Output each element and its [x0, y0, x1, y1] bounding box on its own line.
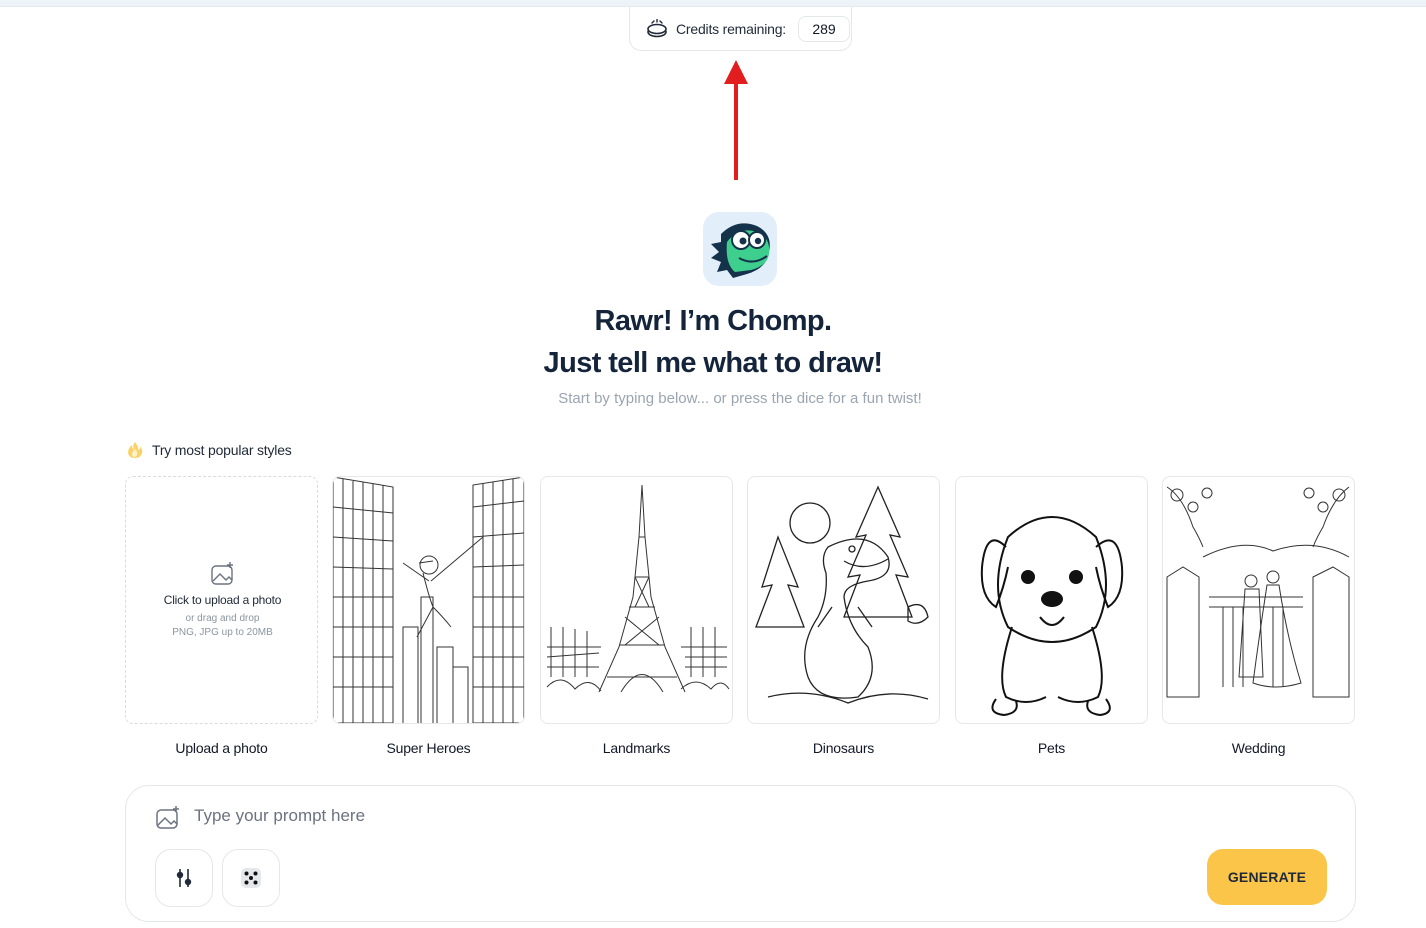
generate-button[interactable]: GENERATE	[1207, 849, 1327, 905]
chomp-mascot-logo	[703, 212, 777, 286]
wedding-image	[1166, 486, 1350, 698]
style-card-landmarks[interactable]	[540, 476, 733, 724]
flame-icon	[128, 442, 143, 458]
style-card-dinosaurs[interactable]	[747, 476, 940, 724]
credits-count: 289	[798, 15, 850, 42]
style-card-pets[interactable]	[955, 476, 1148, 724]
hero-heading-line-1: Rawr! I’m Chomp.	[594, 305, 833, 337]
style-caption-wedding[interactable]: Wedding	[1162, 740, 1355, 756]
hero-heading-line-2: Just tell me what to draw!	[543, 347, 884, 379]
upload-formats: PNG, JPG up to 20MB	[172, 627, 273, 638]
style-caption-dinosaurs[interactable]: Dinosaurs	[747, 740, 940, 756]
style-card-super-heroes[interactable]	[332, 476, 525, 724]
dice-icon	[241, 868, 261, 888]
image-add-icon[interactable]	[155, 806, 181, 830]
red-arrow-icon	[724, 60, 748, 180]
prompt-panel: Type your prompt here GENERATE	[125, 785, 1356, 922]
style-card-wedding[interactable]	[1162, 476, 1355, 724]
image-add-icon	[210, 562, 233, 585]
coin-icon	[647, 18, 667, 37]
credits-widget: Credits remaining: 289	[629, 7, 852, 51]
styles-section-label: Try most popular styles	[152, 442, 292, 458]
style-caption-landmarks[interactable]: Landmarks	[540, 740, 733, 756]
upload-title: Click to upload a photo	[163, 593, 282, 607]
style-caption-pets[interactable]: Pets	[955, 740, 1148, 756]
upload-hint: or drag and drop	[185, 613, 260, 624]
hero-subtitle: Start by typing below... or press the di…	[558, 390, 922, 407]
top-bar	[0, 0, 1426, 7]
upload-dropzone[interactable]: Click to upload a photo or drag and drop…	[126, 561, 317, 638]
landmarks-image	[546, 484, 730, 693]
upload-photo-card[interactable]: Click to upload a photo or drag and drop…	[125, 476, 318, 724]
style-caption-super-heroes[interactable]: Super Heroes	[332, 740, 525, 756]
pets-image	[980, 516, 1124, 717]
dinosaurs-image	[755, 485, 929, 704]
hero-heading: Rawr! I’m Chomp. Just tell me what to dr…	[0, 300, 1426, 384]
prompt-input[interactable]: Type your prompt here	[194, 806, 365, 826]
super-heroes-image	[333, 477, 524, 723]
credits-label: Credits remaining:	[676, 20, 786, 37]
styles-section-title: Try most popular styles	[126, 441, 292, 459]
random-dice-button[interactable]	[222, 849, 280, 907]
settings-sliders-button[interactable]	[155, 849, 213, 907]
sliders-icon	[176, 869, 192, 887]
upload-photo-caption[interactable]: Upload a photo	[125, 740, 318, 756]
